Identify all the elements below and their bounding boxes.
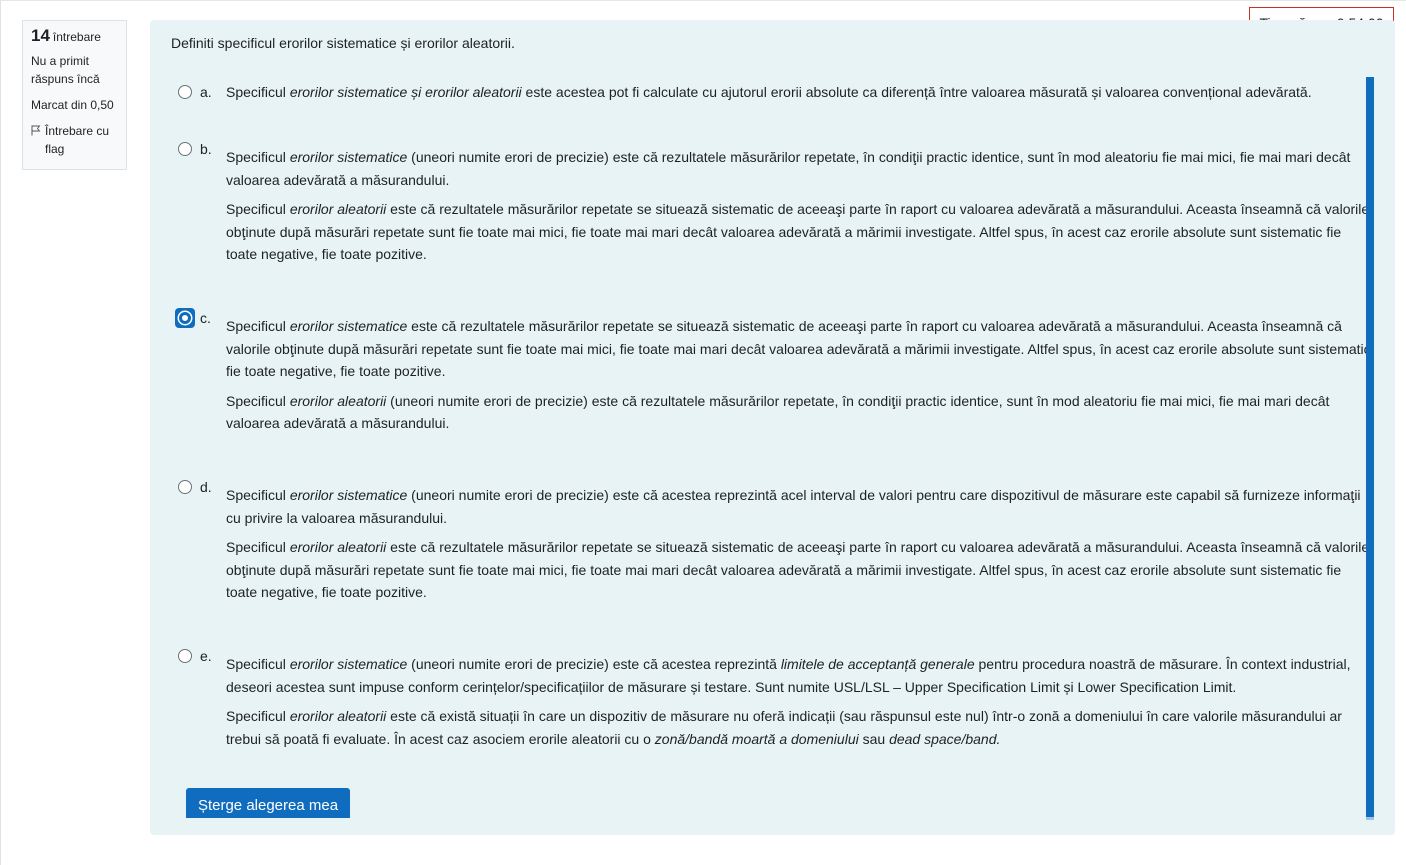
question-number-value: 14 xyxy=(31,26,50,45)
scrollbar-thumb[interactable] xyxy=(1366,77,1374,818)
radio-button-d[interactable] xyxy=(178,480,192,494)
option-letter: e. xyxy=(200,648,212,664)
flag-label: Întrebare cu flag xyxy=(45,124,110,156)
option-text: Specificul erorilor sistematice (uneori … xyxy=(226,149,1370,262)
option-text: Specificul erorilor sistematice (uneori … xyxy=(226,487,1370,600)
option-letter: a. xyxy=(200,84,212,100)
radio-button-c-selected[interactable] xyxy=(175,308,195,328)
option-letter: d. xyxy=(200,479,212,495)
question-state: Nu a primit răspuns încă xyxy=(31,54,100,86)
scrollbar-track-end[interactable] xyxy=(1366,817,1374,820)
option-letter: c. xyxy=(200,310,211,326)
radio-button-a[interactable] xyxy=(178,85,192,99)
option-text: Specificul erorilor sistematice și erori… xyxy=(226,84,1312,100)
clear-choice-button[interactable]: Șterge alegerea mea xyxy=(186,788,350,818)
question-content: Definiti specificul erorilor sistematice… xyxy=(150,20,1395,835)
question-number-label: întrebare xyxy=(52,30,101,44)
flag-question-toggle[interactable]: Întrebare cu flag xyxy=(31,122,118,158)
question-text: Definiti specificul erorilor sistematice… xyxy=(171,35,515,51)
question-info: 14 întrebare Nu a primit răspuns încă Mar… xyxy=(22,20,127,170)
option-text: Specificul erorilor sistematice este că … xyxy=(226,318,1371,431)
radio-button-e[interactable] xyxy=(178,649,192,663)
question-number: 14 întrebare xyxy=(31,27,118,46)
question-grade: Marcat din 0,50 xyxy=(31,98,114,112)
flag-icon xyxy=(31,125,41,136)
option-text: Specificul erorilor sistematice (uneori … xyxy=(226,656,1351,747)
option-letter: b. xyxy=(200,141,212,157)
radio-button-b[interactable] xyxy=(178,142,192,156)
